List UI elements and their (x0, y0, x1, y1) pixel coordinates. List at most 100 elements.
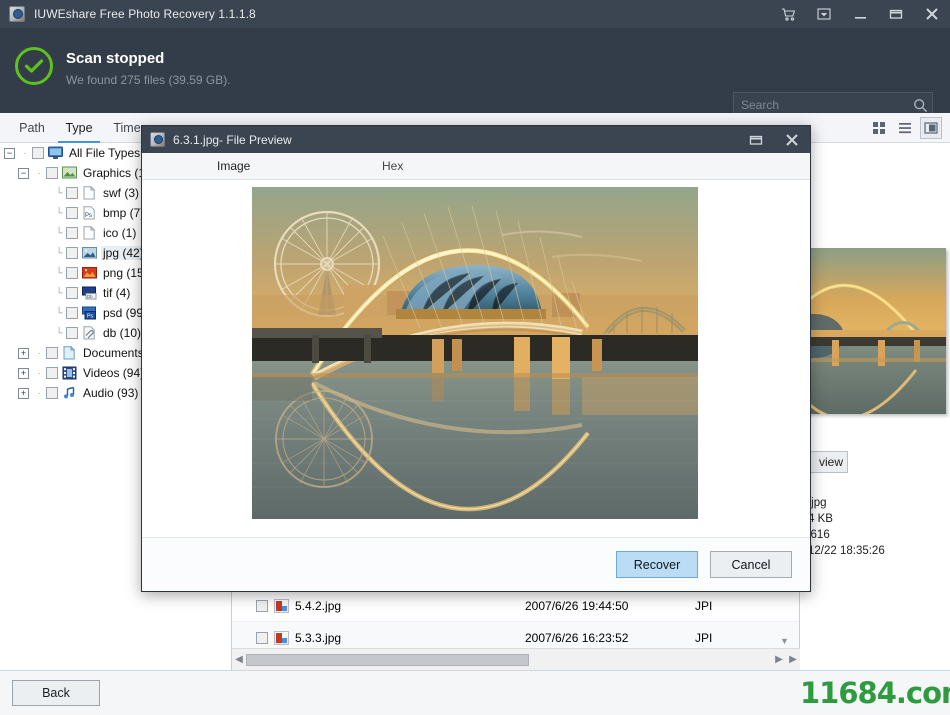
file-metadata: 3.1.jpg 4.54 KB 2 x 616 08/12/22 18:35:2… (800, 495, 885, 559)
cancel-button[interactable]: Cancel (710, 551, 792, 578)
tree-guide: └ (55, 227, 63, 239)
psd-icon: Ps (82, 306, 96, 320)
close-icon[interactable] (914, 0, 950, 28)
window-controls (770, 0, 950, 28)
application-window: IUWEshare Free Photo Recovery 1.1.1.8 Sc… (0, 0, 950, 715)
maximize-icon[interactable] (878, 0, 914, 28)
search-input[interactable] (734, 98, 908, 112)
expander-collapse-icon[interactable]: − (18, 167, 29, 179)
app-icon (9, 6, 25, 22)
tree-guide: └ (55, 327, 63, 339)
dialog-tab-bar: Image Hex (142, 153, 810, 180)
file-preview-dialog: 6.3.1.jpg- File Preview Image Hex Recove… (141, 125, 811, 592)
tree-checkbox[interactable] (66, 307, 78, 319)
image-icon (62, 166, 77, 179)
video-icon (62, 366, 77, 380)
tree-checkbox[interactable] (46, 367, 58, 379)
tree-checkbox[interactable] (66, 267, 78, 279)
file-icon (83, 226, 96, 240)
tree-checkbox[interactable] (32, 147, 44, 159)
cart-icon[interactable] (770, 0, 806, 28)
png-icon (82, 267, 97, 279)
tree-checkbox[interactable] (46, 387, 58, 399)
tree-item-label: Videos (94) (83, 366, 145, 380)
scan-status-subtitle: We found 275 files (39.59 GB). (66, 73, 231, 87)
tree-item-label: jpg (42) (101, 246, 146, 260)
minimize-icon[interactable] (842, 0, 878, 28)
jpg-file-icon (274, 598, 289, 613)
tree-guide: · (37, 167, 41, 179)
tree-checkbox[interactable] (46, 347, 58, 359)
recover-button[interactable]: Recover (616, 551, 698, 578)
table-row[interactable]: 5.4.2.jpg 2007/6/26 19:44:50 JPI (232, 590, 799, 622)
tree-checkbox[interactable] (46, 167, 58, 179)
db-icon (83, 326, 95, 340)
svg-text:Ps: Ps (87, 313, 93, 319)
preview-panel: view 3.1.jpg 4.54 KB 2 x 616 08/12/22 18… (800, 143, 950, 670)
list-view-icon[interactable] (894, 117, 916, 139)
tab-type[interactable]: Type (58, 113, 100, 143)
expander-expand-icon[interactable]: + (18, 387, 29, 399)
tree-item-label: db (10) (103, 326, 142, 340)
tree-checkbox[interactable] (66, 227, 78, 239)
expander-collapse-icon[interactable]: − (4, 147, 15, 159)
expander-expand-icon[interactable]: + (18, 367, 29, 379)
tree-checkbox[interactable] (66, 187, 78, 199)
maximize-icon[interactable] (738, 126, 774, 154)
dialog-body (142, 180, 810, 583)
dialog-tab-hex[interactable]: Hex (382, 153, 403, 180)
file-date: 2007/6/26 19:44:50 (525, 598, 629, 613)
tree-checkbox[interactable] (66, 287, 78, 299)
tree-item-label: bmp (7) (103, 206, 145, 220)
tree-checkbox[interactable] (66, 327, 78, 339)
tree-checkbox[interactable] (66, 207, 78, 219)
tree-guide: · (23, 147, 27, 159)
jpg-file-icon (274, 630, 289, 645)
scroll-right-arrow-2[interactable]: ▶ (786, 654, 800, 665)
expander-expand-icon[interactable]: + (18, 347, 29, 359)
scan-status-title: Scan stopped (66, 50, 165, 67)
file-name: 5.3.3.jpg (295, 630, 342, 645)
file-name: 5.4.2.jpg (295, 598, 342, 613)
tree-guide: └ (55, 307, 63, 319)
file-type: JPI (695, 598, 713, 613)
back-button[interactable]: Back (12, 680, 100, 706)
window-title: IUWEshare Free Photo Recovery 1.1.1.8 (34, 7, 256, 21)
tree-checkbox[interactable] (66, 247, 78, 259)
preview-image (252, 187, 698, 519)
feedback-icon[interactable] (806, 0, 842, 28)
file-icon (83, 186, 96, 200)
meta-filesize: 4.54 KB (800, 513, 833, 525)
tree-guide: └ (55, 287, 63, 299)
tif-icon: Db (82, 286, 97, 300)
watermark: 11684.com (800, 676, 950, 710)
tree-guide: └ (55, 207, 63, 219)
scroll-left-arrow[interactable]: ◀ (232, 654, 246, 665)
app-icon (150, 132, 165, 147)
search-icon[interactable] (908, 98, 932, 113)
scroll-right-arrow[interactable]: ▶ (772, 654, 786, 665)
tree-guide: · (37, 347, 41, 359)
close-icon[interactable] (774, 126, 810, 154)
tree-item-label: tif (4) (103, 286, 131, 300)
document-icon (63, 346, 76, 360)
dialog-window-controls (738, 126, 810, 154)
dialog-tab-image[interactable]: Image (217, 153, 250, 180)
horizontal-scrollbar[interactable]: ◀ ▶ ▶ (232, 648, 800, 670)
audio-icon (64, 386, 75, 399)
row-checkbox[interactable] (256, 631, 268, 644)
tree-item-label: ico (1) (103, 226, 137, 240)
dialog-title: 6.3.1.jpg- File Preview (173, 132, 292, 147)
meta-filename: 3.1.jpg (800, 497, 827, 509)
vertical-scrollbar-arrow[interactable]: ▼ (780, 636, 789, 646)
monitor-icon (48, 146, 63, 159)
scrollbar-thumb[interactable] (246, 653, 529, 666)
tree-item-label: Documents (83, 346, 144, 360)
tab-path[interactable]: Path (10, 113, 54, 143)
row-checkbox[interactable] (256, 599, 268, 612)
svg-text:Ps: Ps (85, 213, 92, 219)
image-preview-container[interactable] (252, 187, 698, 519)
meta-date: 08/12/22 18:35:26 (800, 545, 885, 557)
detail-view-icon[interactable] (920, 117, 942, 139)
grid-view-icon[interactable] (868, 117, 890, 139)
